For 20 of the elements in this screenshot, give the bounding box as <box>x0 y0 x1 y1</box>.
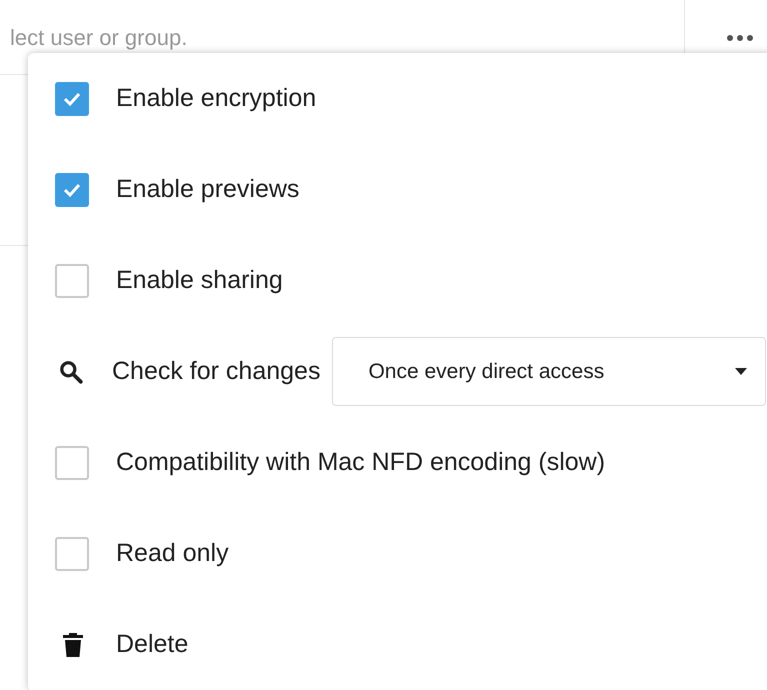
share-input[interactable]: lect user or group. <box>0 2 684 72</box>
option-label: Compatibility with Mac NFD encoding (slow) <box>116 446 606 478</box>
option-label: Enable previews <box>116 174 300 205</box>
more-icon[interactable] <box>727 34 753 40</box>
option-label: Read only <box>116 538 229 569</box>
checkbox[interactable] <box>55 172 89 206</box>
trash-icon <box>63 632 83 656</box>
option-label: Check for changes <box>112 356 320 387</box>
checkmark-icon <box>63 92 81 106</box>
checkbox[interactable] <box>55 536 89 570</box>
caret-icon <box>735 368 747 375</box>
checkbox[interactable] <box>55 264 89 298</box>
checkmark-icon <box>63 182 81 196</box>
option-label: Enable sharing <box>116 264 283 296</box>
checkbox[interactable] <box>55 82 89 116</box>
option-label: Enable encryption <box>116 82 316 114</box>
checkbox[interactable] <box>55 446 89 480</box>
search-icon <box>58 358 84 384</box>
frequency-dropdown[interactable]: Once every direct access <box>332 337 766 406</box>
delete-button[interactable]: Delete <box>55 626 188 664</box>
